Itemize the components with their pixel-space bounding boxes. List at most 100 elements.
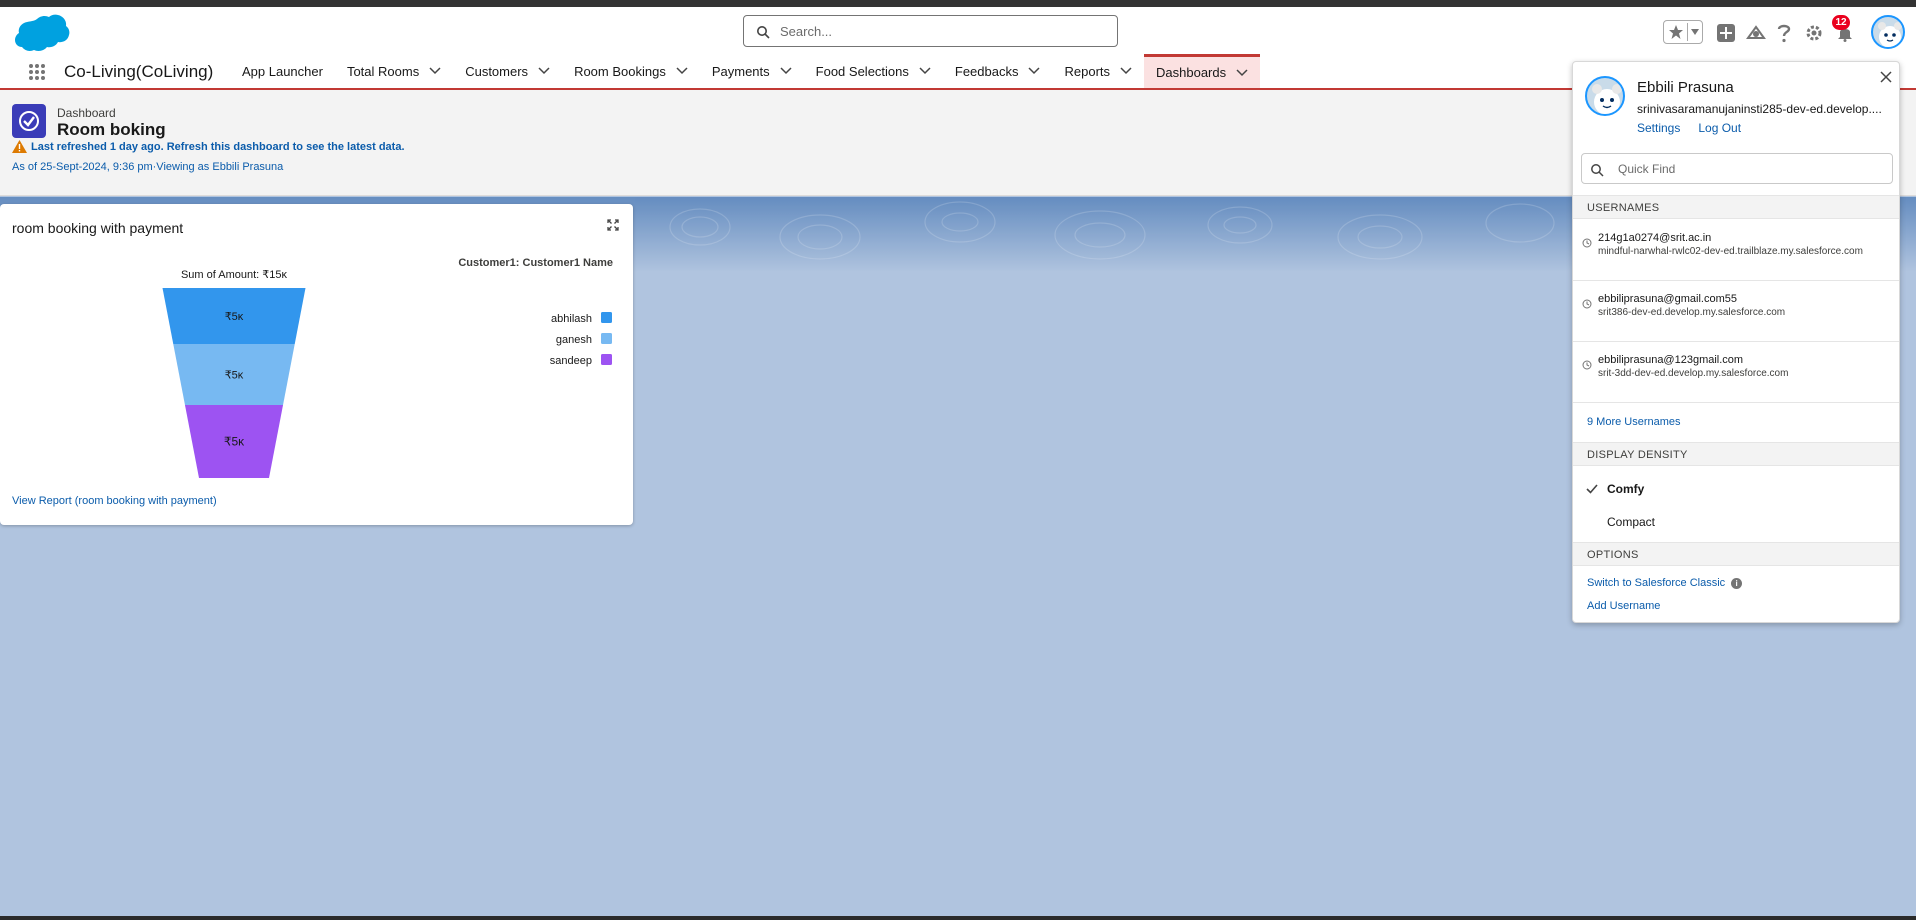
nav-item-dashboards[interactable]: Dashboards	[1144, 54, 1261, 88]
global-search[interactable]	[743, 15, 1118, 47]
favorites-star-icon[interactable]	[1668, 24, 1684, 40]
density-option-compact[interactable]: Compact	[1607, 515, 1655, 529]
chevron-down-icon[interactable]	[1028, 67, 1041, 75]
chart-title: Sum of Amount: ₹15ĸ	[181, 269, 288, 281]
switch-classic-link[interactable]: Switch to Salesforce Classic i	[1587, 577, 1743, 589]
salesforce-cloud-logo[interactable]	[14, 13, 70, 53]
trailhead-icon[interactable]	[1746, 24, 1766, 42]
dashboard-type-label: Dashboard	[57, 106, 116, 120]
checkmark-icon	[1586, 484, 1598, 494]
search-input[interactable]	[780, 20, 1100, 42]
switch-classic-label: Switch to Salesforce Classic	[1587, 577, 1726, 589]
profile-org: srinivasaramanujaninsti285-dev-ed.develo…	[1637, 102, 1882, 116]
gauge-icon	[19, 111, 39, 131]
legend-swatch	[601, 354, 612, 365]
nav-item-customers[interactable]: Customers	[453, 54, 562, 88]
username-item[interactable]: ebbiliprasuna@123gmail.com srit-3dd-dev-…	[1573, 342, 1899, 403]
options-section-header: OPTIONS	[1573, 542, 1899, 566]
clock-icon	[1582, 360, 1592, 370]
profile-links: Settings Log Out	[1637, 121, 1741, 135]
funnel-value-label: ₹5ĸ	[225, 370, 244, 382]
chevron-down-icon[interactable]	[676, 67, 688, 75]
nav-item-label: Feedbacks	[954, 63, 1019, 79]
display-density-section-header: DISPLAY DENSITY	[1573, 442, 1899, 466]
density-option-comfy[interactable]: Comfy	[1607, 482, 1644, 496]
nav-item-label: Total Rooms	[346, 63, 420, 79]
nav-item-total-rooms[interactable]: Total Rooms	[335, 54, 453, 88]
nav-item-label: Room Bookings	[574, 63, 666, 79]
nav-item-label: App Launcher	[242, 63, 323, 79]
legend-label: ganesh	[556, 334, 592, 346]
username-domain: srit-3dd-dev-ed.develop.my.salesforce.co…	[1598, 368, 1789, 379]
nav-item-room-bookings[interactable]: Room Bookings	[562, 54, 700, 88]
add-username-link[interactable]: Add Username	[1587, 600, 1660, 612]
search-icon	[757, 26, 770, 39]
user-profile-panel: Ebbili Prasuna srinivasaramanujaninsti28…	[1572, 61, 1900, 623]
global-actions-button[interactable]	[1717, 21, 1735, 45]
profile-avatar[interactable]	[1585, 76, 1625, 116]
nav-item-payments[interactable]: Payments	[700, 54, 804, 88]
chevron-down-icon[interactable]	[429, 67, 441, 75]
divider	[1686, 23, 1688, 41]
astro-avatar-icon	[1592, 84, 1622, 114]
dashboard-widget-card: room booking with payment Sum of Amount:…	[0, 204, 633, 525]
username: ebbiliprasuna@gmail.com55	[1598, 293, 1737, 305]
nav-item-app-launcher[interactable]: App Launcher	[230, 54, 335, 88]
dashboard-icon	[12, 104, 46, 138]
view-report-link[interactable]: View Report (room booking with payment)	[12, 495, 217, 507]
info-icon[interactable]: i	[1731, 577, 1743, 589]
chevron-down-icon[interactable]	[1236, 68, 1248, 77]
close-icon[interactable]	[1879, 70, 1893, 84]
profile-name: Ebbili Prasuna	[1637, 79, 1734, 96]
refresh-warning-text: Last refreshed 1 day ago. Refresh this d…	[31, 140, 405, 153]
chevron-down-icon[interactable]	[538, 67, 550, 75]
chevron-down-icon[interactable]	[1690, 29, 1699, 35]
chevron-down-icon[interactable]	[1120, 67, 1132, 75]
refresh-warning: Last refreshed 1 day ago. Refresh this d…	[12, 140, 405, 153]
help-button[interactable]	[1776, 21, 1792, 45]
trailhead-button[interactable]	[1746, 21, 1766, 45]
legend-label: sandeep	[550, 355, 592, 367]
global-header: 12	[0, 7, 1916, 54]
nav-item-label: Dashboards	[1156, 65, 1227, 80]
nav-item-label: Customers	[465, 63, 529, 79]
legend-swatch	[601, 312, 612, 323]
notification-count-badge: 12	[1832, 15, 1850, 30]
help-icon[interactable]	[1777, 23, 1791, 43]
funnel-value-label: ₹5ĸ	[224, 435, 245, 449]
clock-icon	[1582, 238, 1592, 248]
username: ebbiliprasuna@123gmail.com	[1598, 354, 1744, 366]
usernames-section-header: USERNAMES	[1573, 195, 1899, 219]
nav-item-food-selections[interactable]: Food Selections	[804, 54, 943, 88]
nav-item-reports[interactable]: Reports	[1052, 54, 1144, 88]
chevron-down-icon[interactable]	[780, 67, 792, 75]
quick-find-input[interactable]	[1618, 159, 1878, 179]
warning-icon	[12, 140, 27, 153]
search-icon	[1591, 164, 1604, 177]
logout-link[interactable]: Log Out	[1698, 121, 1741, 135]
app-launcher-waffle-icon[interactable]	[28, 63, 46, 81]
expand-icon[interactable]	[607, 219, 619, 231]
user-avatar[interactable]	[1871, 15, 1905, 49]
app-name: Co-Living(CoLiving)	[64, 62, 214, 81]
setup-gear-icon[interactable]	[1805, 24, 1823, 42]
widget-title: room booking with payment	[12, 220, 184, 236]
quick-find[interactable]	[1581, 153, 1893, 184]
nav-items: App Launcher Total Rooms Customers Room …	[230, 54, 1261, 88]
chevron-down-icon[interactable]	[919, 67, 931, 75]
favorites-button-group[interactable]	[1663, 20, 1703, 44]
more-usernames-link[interactable]: 9 More Usernames	[1587, 416, 1681, 428]
username-item[interactable]: ebbiliprasuna@gmail.com55 srit386-dev-ed…	[1573, 281, 1899, 342]
settings-link[interactable]: Settings	[1637, 121, 1680, 135]
astro-avatar-icon	[1878, 22, 1902, 47]
funnel-chart: Sum of Amount: ₹15ĸ Customer1: Customer1…	[162, 257, 613, 478]
add-icon[interactable]	[1717, 24, 1735, 42]
setup-button[interactable]	[1805, 21, 1823, 45]
legend-label: abhilash	[551, 313, 592, 325]
legend-title: Customer1: Customer1 Name	[458, 257, 613, 269]
username-item[interactable]: 214g1a0274@srit.ac.in mindful-narwhal-rw…	[1573, 220, 1899, 281]
nav-item-feedbacks[interactable]: Feedbacks	[943, 54, 1053, 88]
username: 214g1a0274@srit.ac.in	[1598, 232, 1712, 244]
bottom-strip	[0, 916, 1916, 920]
nav-item-label: Payments	[711, 63, 770, 79]
